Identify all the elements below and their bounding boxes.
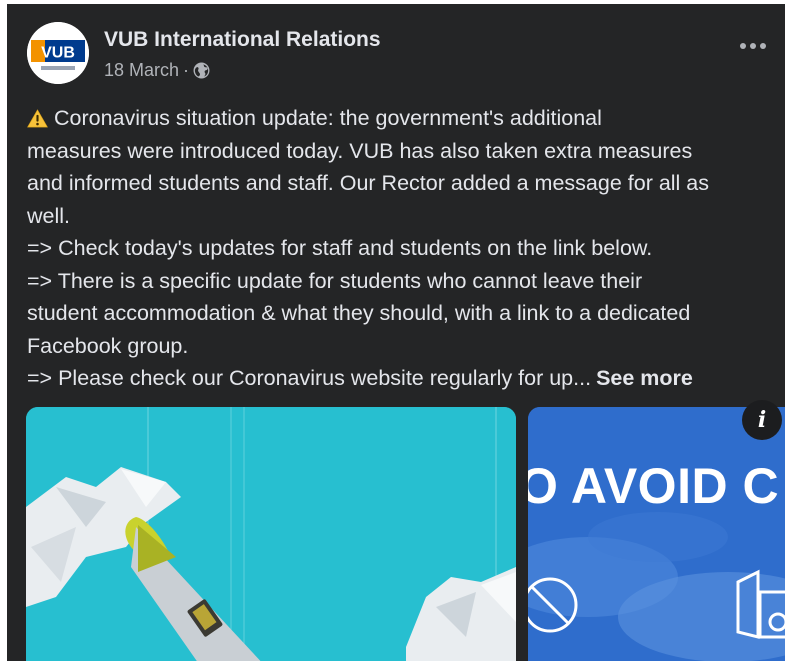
post-text-line: measures were introduced today. VUB has …	[27, 138, 693, 163]
post-photo-avoid[interactable]: O AVOID C	[528, 407, 785, 661]
post-photo-thermometer[interactable]	[26, 407, 516, 661]
poster-headline: O AVOID C	[528, 458, 780, 514]
globe-icon	[193, 62, 210, 79]
post-date[interactable]: 18 March	[104, 60, 179, 81]
warning-icon	[27, 109, 48, 128]
post-text-line: => There is a specific update for studen…	[27, 268, 643, 293]
post-meta: 18 March ·	[104, 60, 210, 81]
post-text-line: => Please check our Coronavirus website …	[27, 362, 782, 395]
see-more-link[interactable]: See more	[596, 366, 693, 390]
avoid-poster-illustration	[528, 407, 785, 661]
post-body: Coronavirus situation update: the govern…	[27, 102, 782, 395]
post-text-segment: Coronavirus situation update: the govern…	[54, 106, 602, 130]
post-card: VUB VUB International Relations 18 March…	[7, 4, 785, 661]
more-options-button[interactable]	[735, 34, 771, 58]
page-avatar[interactable]: VUB	[27, 22, 89, 84]
vub-logo-icon: VUB	[27, 22, 89, 84]
post-text-line: student accommodation & what they should…	[27, 301, 691, 325]
ellipsis-icon	[740, 43, 766, 49]
page-name-link[interactable]: VUB International Relations	[104, 28, 381, 52]
info-button[interactable]: i	[742, 400, 782, 440]
post-text-line: => Check today's updates for staff and s…	[27, 236, 653, 260]
thermometer-photo-illustration	[26, 407, 516, 661]
post-text-line: Facebook group.	[27, 333, 189, 358]
post-text-line: well.	[27, 203, 71, 228]
post-text-segment: => Please check our Coronavirus website …	[27, 366, 592, 390]
avatar-logo-text: VUB	[41, 45, 75, 62]
post-text-line: Coronavirus situation update: the govern…	[27, 102, 782, 135]
meta-separator: ·	[183, 60, 190, 80]
post-text-line: and informed students and staff. Our Rec…	[27, 171, 710, 195]
